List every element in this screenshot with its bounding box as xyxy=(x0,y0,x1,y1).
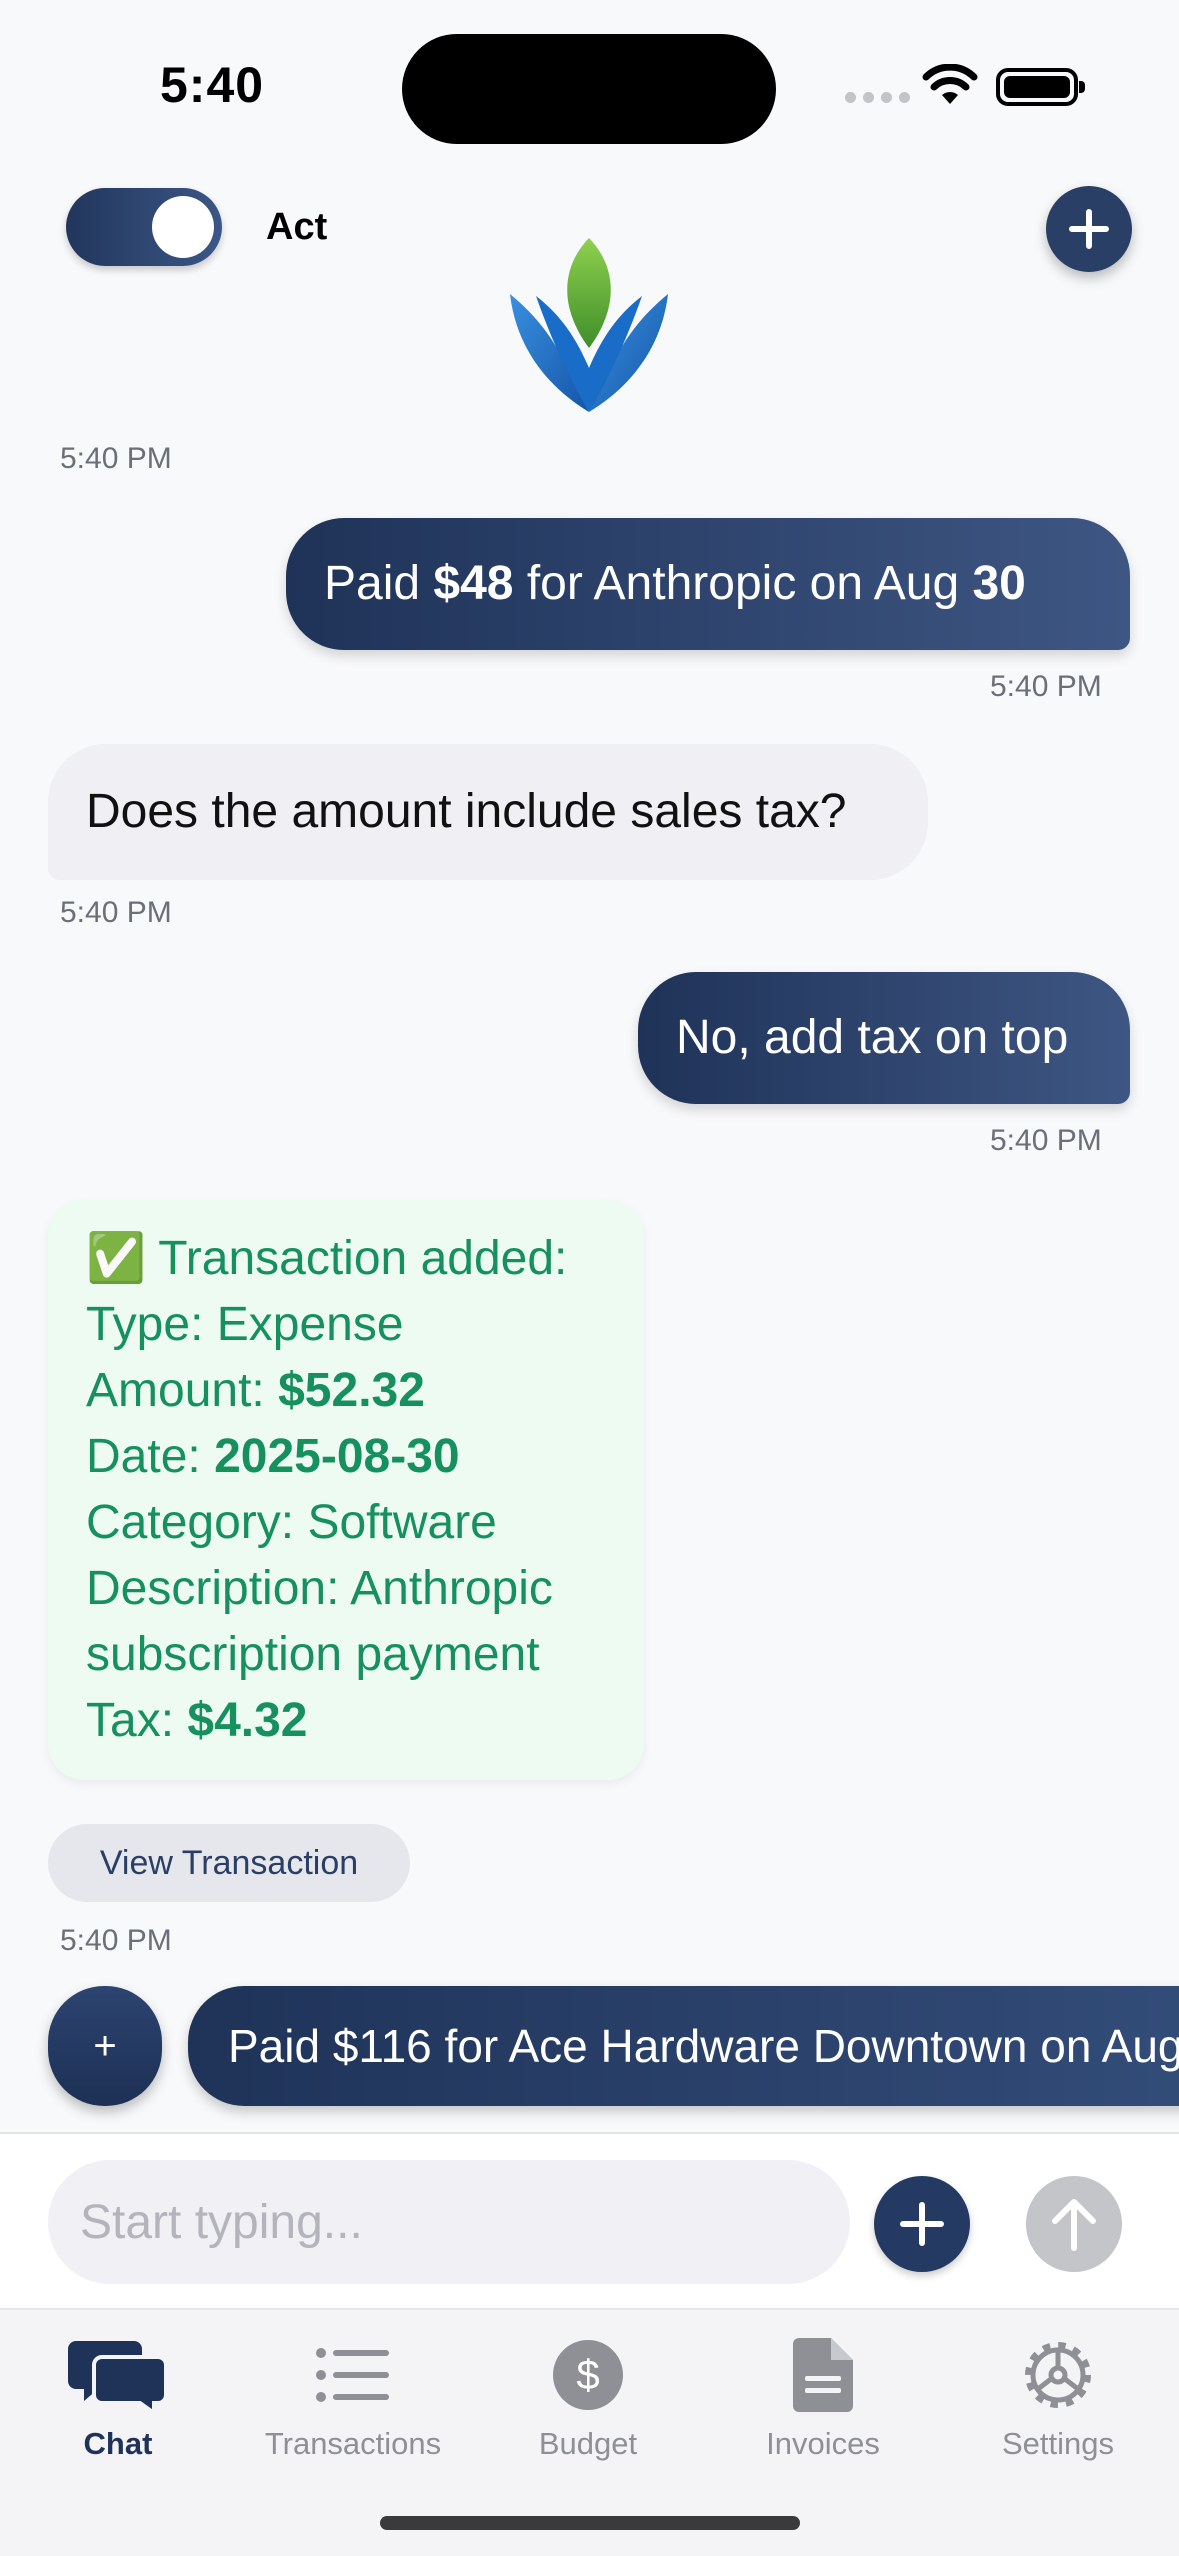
check-icon: ✅ xyxy=(86,1232,146,1285)
type-value: Expense xyxy=(216,1298,404,1351)
tab-invoices[interactable]: Invoices xyxy=(705,2330,941,2462)
battery-icon xyxy=(996,68,1085,106)
arrow-up-icon xyxy=(1052,2199,1096,2251)
message-composer xyxy=(0,2132,1179,2308)
attach-button[interactable] xyxy=(874,2176,970,2272)
amount-label: Amount: xyxy=(86,1364,265,1417)
date-value: 2025-08-30 xyxy=(214,1430,460,1483)
act-mode-toggle[interactable] xyxy=(66,188,222,266)
svg-text:$: $ xyxy=(576,2351,599,2398)
message-timestamp: 5:40 PM xyxy=(990,1124,1102,1157)
send-button[interactable] xyxy=(1026,2176,1122,2272)
tab-settings[interactable]: Settings xyxy=(940,2330,1176,2462)
plus-icon xyxy=(1069,209,1109,249)
status-time: 5:40 xyxy=(160,57,265,113)
category-label: Category: xyxy=(86,1496,295,1549)
tab-label: Chat xyxy=(83,2426,153,2461)
cellular-signal-icon xyxy=(845,92,910,103)
tax-value: $4.32 xyxy=(187,1694,308,1747)
assistant-message-bubble: Does the amount include sales tax? xyxy=(48,744,928,880)
message-text-part: for Anthropic on Aug xyxy=(513,557,973,610)
tab-transactions[interactable]: Transactions xyxy=(235,2330,471,2462)
view-transaction-button[interactable]: View Transaction xyxy=(48,1824,410,1902)
message-text: Does the amount include sales tax? xyxy=(86,785,847,838)
status-bar: 5:40 xyxy=(0,0,1179,170)
message-timestamp: 5:40 PM xyxy=(990,670,1102,703)
tab-label: Invoices xyxy=(766,2426,880,2461)
dynamic-island xyxy=(402,34,776,144)
message-timestamp: 5:40 PM xyxy=(60,896,172,929)
date-label: Date: xyxy=(86,1430,201,1483)
tax-label: Tax: xyxy=(86,1694,175,1747)
dollar-circle-icon: $ xyxy=(538,2330,638,2420)
type-label: Type: xyxy=(86,1298,204,1351)
user-message-bubble: No, add tax on top xyxy=(638,972,1130,1104)
tab-budget[interactable]: $ Budget xyxy=(470,2330,706,2462)
tab-label: Transactions xyxy=(264,2426,442,2461)
gear-icon xyxy=(1008,2330,1108,2420)
plus-icon xyxy=(900,2202,944,2246)
tab-label: Settings xyxy=(1001,2426,1114,2461)
suggestion-text: Paid $116 for Ace Hardware Downtown on A… xyxy=(228,2020,1179,2072)
suggestion-chip[interactable]: Paid $116 for Ace Hardware Downtown on A… xyxy=(188,1986,1179,2106)
message-text: No, add tax on top xyxy=(676,1011,1069,1064)
act-mode-label: Act xyxy=(266,206,328,248)
message-timestamp: 5:40 PM xyxy=(60,1924,172,1957)
message-text-part: 30 xyxy=(972,557,1026,610)
home-indicator[interactable] xyxy=(380,2516,800,2530)
user-message-bubble: Paid $48 for Anthropic on Aug 30 xyxy=(286,518,1130,650)
app-logo xyxy=(510,238,668,412)
message-text-part: $48 xyxy=(433,557,514,610)
list-icon xyxy=(303,2330,403,2420)
toggle-knob xyxy=(152,196,214,258)
tab-chat[interactable]: Chat xyxy=(0,2330,236,2462)
chat-bubbles-icon xyxy=(68,2330,168,2420)
category-value: Software xyxy=(307,1496,497,1549)
wifi-icon xyxy=(922,64,978,104)
message-text-part: Paid xyxy=(324,557,434,610)
tab-label: Budget xyxy=(538,2426,638,2461)
suggestion-add-button[interactable]: + xyxy=(48,1986,162,2106)
message-timestamp: 5:40 PM xyxy=(60,442,172,475)
transaction-title: Transaction added: xyxy=(158,1232,568,1285)
description-value: Anthropic xyxy=(350,1562,553,1615)
document-icon xyxy=(773,2330,873,2420)
description-value-cont: subscription payment xyxy=(86,1628,540,1681)
amount-value: $52.32 xyxy=(278,1364,425,1417)
new-chat-button[interactable] xyxy=(1046,186,1132,272)
message-input[interactable] xyxy=(48,2160,850,2284)
transaction-added-card: ✅ Transaction added: Type: Expense Amoun… xyxy=(48,1200,644,1780)
description-label: Description: xyxy=(86,1562,340,1615)
